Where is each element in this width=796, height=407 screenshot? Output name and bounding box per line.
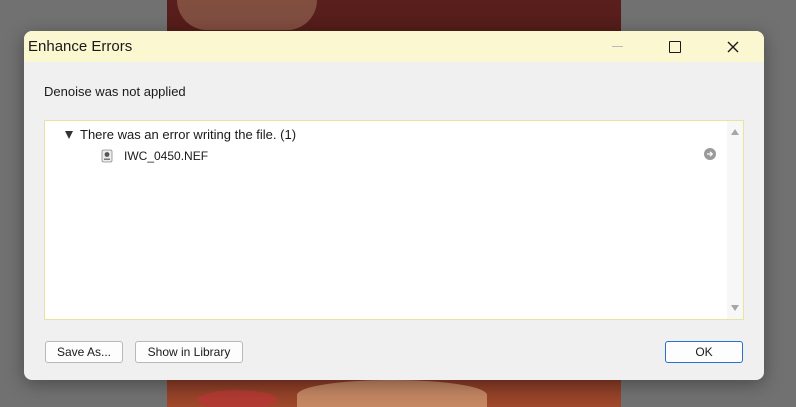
- go-to-arrow-icon[interactable]: [704, 148, 716, 160]
- save-as-button[interactable]: Save As...: [45, 341, 123, 363]
- photo-detail: [197, 390, 277, 407]
- file-name: IWC_0450.NEF: [124, 149, 209, 163]
- error-list[interactable]: There was an error writing the file. (1)…: [44, 120, 744, 320]
- raw-file-icon: [101, 149, 113, 163]
- minimize-icon: [611, 46, 623, 47]
- expand-triangle-icon[interactable]: [65, 130, 73, 139]
- error-group-label: There was an error writing the file. (1): [80, 127, 297, 142]
- close-icon: [727, 41, 739, 52]
- scroll-down-icon[interactable]: [731, 305, 739, 311]
- show-in-library-button[interactable]: Show in Library: [135, 341, 243, 363]
- scroll-up-icon[interactable]: [731, 129, 739, 135]
- close-button[interactable]: [710, 31, 756, 62]
- maximize-button[interactable]: [652, 31, 698, 62]
- maximize-icon: [669, 40, 681, 53]
- status-message: Denoise was not applied: [44, 84, 186, 99]
- arrow-right-icon: [707, 151, 714, 157]
- window-title: Enhance Errors: [28, 38, 133, 55]
- ok-button[interactable]: OK: [665, 341, 743, 363]
- error-group[interactable]: There was an error writing the file. (1): [65, 127, 296, 142]
- photo-detail: [297, 380, 487, 407]
- list-item[interactable]: IWC_0450.NEF: [101, 149, 208, 163]
- vertical-scrollbar[interactable]: [727, 121, 743, 319]
- title-bar[interactable]: Enhance Errors: [24, 31, 764, 62]
- photo-detail: [177, 0, 317, 30]
- minimize-button[interactable]: [594, 31, 640, 62]
- enhance-errors-dialog: Enhance Errors Denoise was not applied T…: [24, 31, 764, 380]
